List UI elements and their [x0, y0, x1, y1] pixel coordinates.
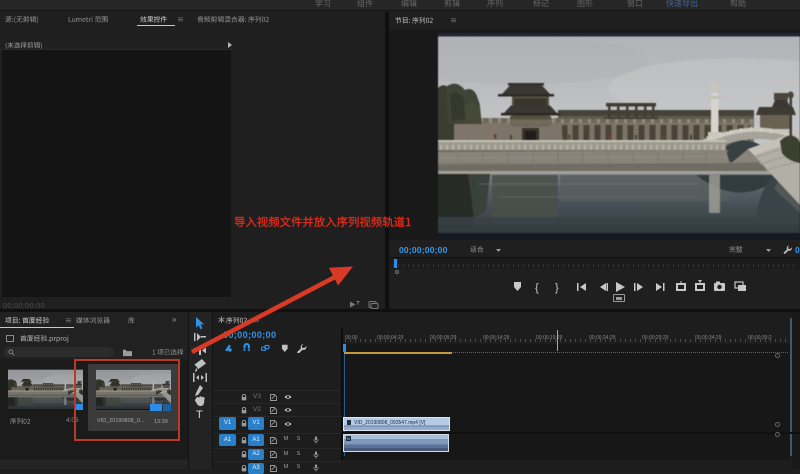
svg-text:}: } — [555, 282, 559, 294]
svg-text:{: { — [535, 282, 539, 294]
svg-text:T: T — [196, 409, 203, 421]
